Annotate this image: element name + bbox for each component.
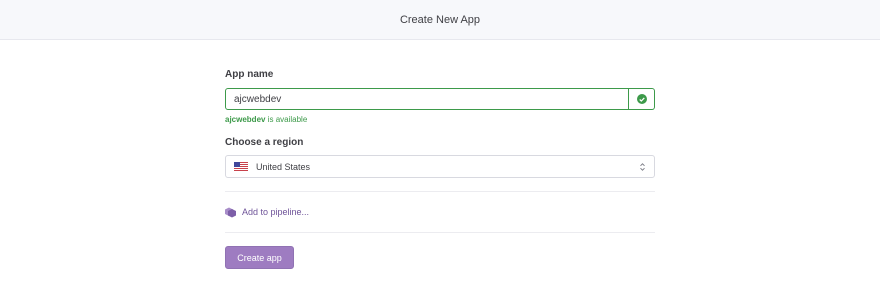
page-title: Create New App [399,13,481,26]
us-flag-icon [234,162,248,171]
app-name-input[interactable] [225,88,629,110]
chevron-up-down-icon [640,162,645,171]
add-to-pipeline-link[interactable]: Add to pipeline... [225,205,309,219]
app-name-input-group [225,88,655,110]
divider [225,232,655,233]
region-label: Choose a region [225,137,304,148]
create-app-button[interactable]: Create app [225,246,294,269]
divider [225,191,655,192]
region-selected-value: United States [256,161,311,172]
pipeline-icon [225,207,236,217]
availability-indicator [629,88,655,110]
page-header: Create New App [0,0,880,40]
check-circle-icon [636,94,647,104]
availability-message: ajcwebdev is available [225,115,307,124]
app-name-label: App name [225,69,274,80]
availability-text: is available [265,115,308,124]
availability-app-name: ajcwebdev [225,115,266,124]
add-to-pipeline-label: Add to pipeline... [242,207,310,217]
region-select[interactable]: United States [225,155,655,178]
